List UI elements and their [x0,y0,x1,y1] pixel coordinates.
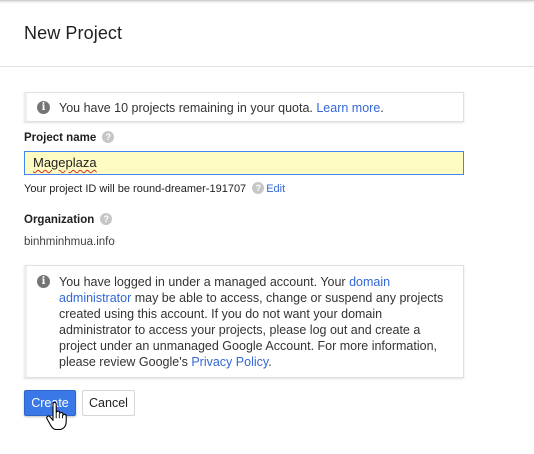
quota-notice-text: You have 10 projects remaining in your q… [59,101,317,115]
managed-notice-text-3: . [268,355,272,369]
learn-more-link[interactable]: Learn more [316,101,380,115]
project-id-value: round-dreamer-191707 [133,183,247,195]
top-shadow [0,1,534,4]
help-icon[interactable]: ? [100,213,113,225]
privacy-policy-link[interactable]: Privacy Policy [191,355,268,369]
info-icon: i [37,275,50,288]
managed-notice-text-1: You have logged in under a managed accou… [59,275,350,289]
project-id-row: Your project ID will be round-dreamer-19… [24,182,285,195]
organization-label-row: Organization? [24,213,113,227]
project-name-value: Mageplaza [33,155,97,170]
organization-value: binhminhmua.info [24,236,115,248]
help-icon[interactable]: ? [252,182,265,195]
project-id-prefix: Your project ID will be [24,183,130,195]
quota-notice: i You have 10 projects remaining in your… [24,92,464,122]
managed-account-notice: i You have logged in under a managed acc… [24,265,464,378]
edit-project-id-link[interactable]: Edit [266,183,285,195]
help-icon[interactable]: ? [102,131,115,143]
project-name-label: Project name [24,132,97,145]
info-icon: i [37,101,50,114]
header-divider [0,66,534,67]
hand-pointer-icon [46,402,67,430]
organization-label: Organization [24,214,95,227]
project-name-label-row: Project name? [24,131,115,145]
dialog-title: New Project [24,23,123,43]
new-project-dialog: New Project i You have 10 projects remai… [0,0,534,454]
cancel-button[interactable]: Cancel [82,390,135,416]
quota-notice-suffix: . [380,101,384,115]
project-name-input[interactable]: Mageplaza [24,151,464,175]
